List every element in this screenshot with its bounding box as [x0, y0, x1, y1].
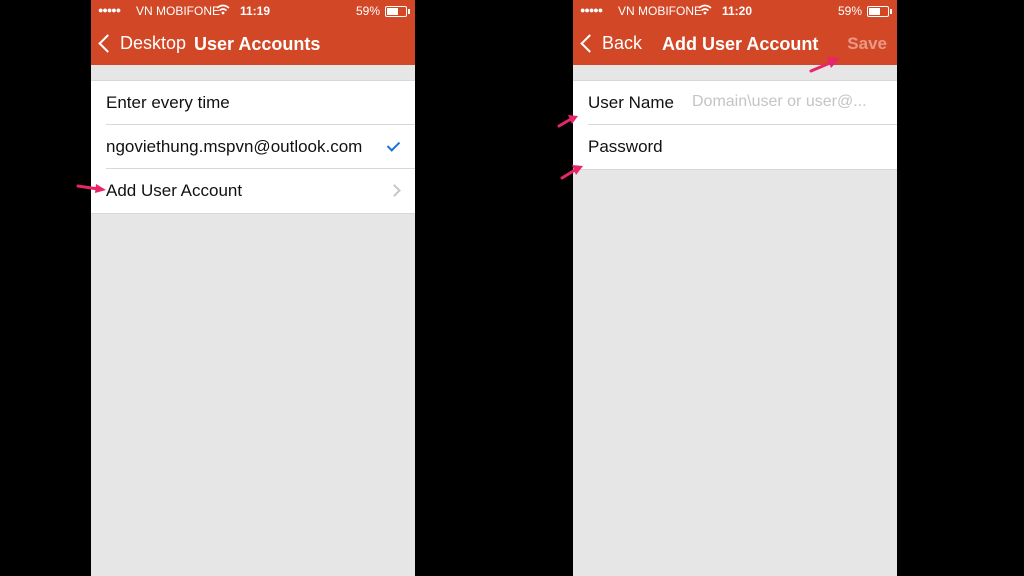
battery-percent: 59% [838, 4, 863, 18]
list-item-label: ngoviethung.mspvn@outlook.com [106, 137, 363, 156]
password-label: Password [588, 137, 663, 156]
accounts-list: Enter every time ngoviethung.mspvn@outlo… [91, 80, 415, 214]
signal-strength-icon: ●●●●● [98, 5, 121, 15]
battery-icon [385, 6, 410, 17]
battery-percent: 59% [356, 4, 381, 18]
wifi-icon [698, 4, 712, 15]
wifi-icon [216, 4, 230, 15]
list-item-account[interactable]: ngoviethung.mspvn@outlook.com [91, 125, 415, 169]
annotation-arrow-icon [76, 184, 106, 193]
status-time: 11:19 [240, 4, 271, 18]
battery-icon [867, 6, 892, 17]
username-input[interactable]: Domain\user or user@... [692, 93, 867, 111]
annotation-arrow-icon [557, 115, 578, 128]
username-row[interactable]: User Name Domain\user or user@... [573, 81, 897, 125]
chevron-left-icon [98, 34, 117, 53]
list-item-label: Enter every time [106, 93, 230, 112]
carrier-label: VN MOBIFONE [136, 4, 221, 18]
back-button[interactable]: Back [579, 22, 642, 65]
navigation-bar: Back Add User Account Save [573, 22, 897, 65]
username-label: User Name [588, 93, 674, 112]
phone-screen-add-user-account: ●●●●● VN MOBIFONE 11:20 59% Back Add Use… [573, 0, 897, 576]
phone-screen-user-accounts: ●●●●● VN MOBIFONE 11:19 59% Desktop User… [91, 0, 415, 576]
save-button[interactable]: Save [847, 34, 887, 54]
carrier-label: VN MOBIFONE [618, 4, 703, 18]
back-button-label: Desktop [120, 33, 187, 53]
checkmark-icon [386, 138, 401, 152]
disclosure-chevron-icon [388, 184, 401, 197]
password-row[interactable]: Password [573, 125, 897, 169]
account-form: User Name Domain\user or user@... Passwo… [573, 80, 897, 170]
status-time: 11:20 [722, 4, 753, 18]
back-button-label: Back [602, 33, 643, 53]
list-item-label: Add User Account [106, 181, 243, 200]
back-button[interactable]: Desktop [97, 22, 186, 65]
page-title: Add User Account [662, 34, 819, 54]
status-bar: ●●●●● VN MOBIFONE 11:20 59% [573, 0, 897, 22]
navigation-bar: Desktop User Accounts [91, 22, 415, 65]
annotation-arrow-icon [560, 165, 583, 180]
status-bar: ●●●●● VN MOBIFONE 11:19 59% [91, 0, 415, 22]
list-item-enter-every-time[interactable]: Enter every time [91, 81, 415, 125]
signal-strength-icon: ●●●●● [580, 5, 603, 15]
annotation-arrow-icon [809, 57, 840, 73]
chevron-left-icon [580, 34, 599, 53]
page-title: User Accounts [194, 34, 321, 54]
list-item-add-user-account[interactable]: Add User Account [91, 169, 415, 213]
